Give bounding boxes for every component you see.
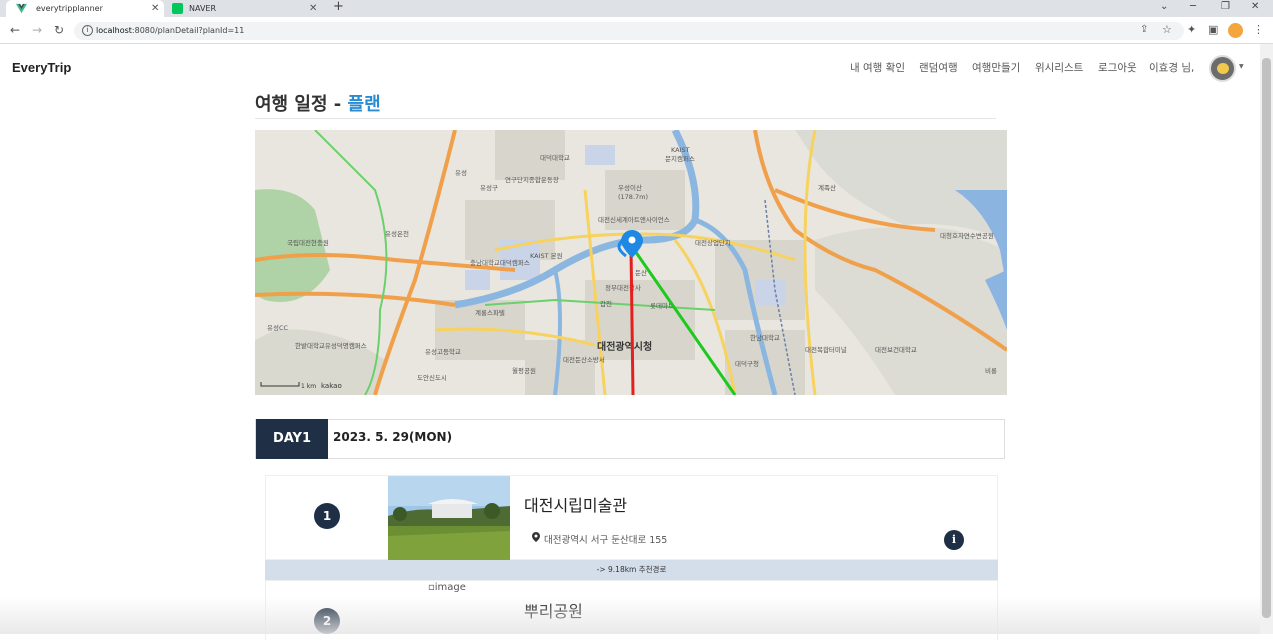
address-bar[interactable]: i localhost:8080/planDetail?planId=11 ⇪ … — [74, 22, 1184, 40]
place-address: 대전광역시 서구 둔산대로 155 — [544, 535, 668, 546]
forward-icon[interactable]: → — [32, 23, 42, 37]
map-canvas[interactable]: 대덕대학교 KAIST 문지캠퍼스 연구단지종합운동장 유성구 유성 우성이산 … — [255, 130, 1007, 395]
map-label: 대전신세계아트앤사이언스 — [598, 215, 670, 224]
info-icon[interactable]: i — [944, 530, 964, 550]
map-label: 정부대전청사 — [605, 283, 641, 292]
menu-kebab-icon[interactable]: ⋮ — [1253, 23, 1264, 36]
map-marker-icon — [532, 532, 540, 542]
nav-wishlist[interactable]: 위시리스트 — [1035, 60, 1083, 75]
back-icon[interactable]: ← — [10, 23, 20, 37]
caret-down-icon[interactable]: ▼ — [1239, 63, 1244, 70]
page-scrollbar[interactable] — [1260, 44, 1273, 634]
new-tab-icon[interactable]: + — [333, 0, 344, 14]
minimize-icon[interactable]: ─ — [1190, 0, 1196, 14]
map-label: 대청호자연수변공원 — [940, 231, 994, 240]
scrollbar-thumb[interactable] — [1262, 58, 1271, 618]
title-divider — [255, 118, 996, 119]
map-label: 갑천 — [600, 299, 612, 308]
chevron-down-icon[interactable]: ⌄ — [1160, 0, 1168, 14]
map-label: KAIST 본원 — [530, 251, 563, 260]
emoji-face-icon — [1217, 63, 1229, 74]
map-label: 비룡 — [985, 366, 997, 375]
user-avatar[interactable] — [1209, 55, 1236, 82]
close-icon[interactable]: ✕ — [151, 0, 159, 17]
place-card[interactable]: 2 뿌리공원 — [265, 580, 998, 640]
map-label: 대전보건대학교 — [875, 345, 917, 354]
nav-random-trip[interactable]: 랜덤여행 — [919, 60, 958, 75]
tab-naver[interactable]: NAVER ✕ — [166, 0, 324, 17]
place-name[interactable]: 대전시립미술관 — [524, 492, 627, 516]
map-label: 둔산 — [635, 268, 647, 277]
map-label: 대전상업단지 — [695, 238, 731, 247]
route-map[interactable]: 대덕대학교 KAIST 문지캠퍼스 연구단지종합운동장 유성구 유성 우성이산 … — [255, 130, 1007, 395]
map-label: (178.7m) — [618, 193, 648, 201]
map-label: 국립대전현충원 — [287, 238, 329, 247]
reload-icon[interactable]: ↻ — [54, 23, 64, 37]
map-label: 대전복합터미널 — [805, 345, 847, 354]
map-label: 충남대학교대덕캠퍼스 — [470, 258, 530, 267]
tab-everytripplanner[interactable]: everytripplanner ✕ — [6, 0, 164, 17]
place-number: 2 — [314, 608, 340, 634]
map-label: 계족산 — [818, 183, 836, 192]
map-label: 연구단지종합운동장 — [505, 175, 559, 184]
extensions-icon[interactable]: ✦ — [1187, 23, 1196, 36]
map-label: 대덕대학교 — [540, 153, 570, 162]
tab-title: everytripplanner — [36, 4, 103, 13]
broken-image-icon: ▫ — [428, 582, 435, 593]
user-greeting: 이효경 님, — [1149, 62, 1195, 74]
day-header: DAY1 2023. 5. 29(MON) — [255, 419, 1005, 459]
place-name[interactable]: 뿌리공원 — [524, 598, 583, 622]
place-card[interactable]: 1 대전시립미술관 대전광역시 서구 둔산대로 155 i — [265, 475, 998, 561]
map-label: 유성온천 — [385, 229, 409, 238]
route-info[interactable]: -> 9.18km 추천경로 — [265, 560, 998, 580]
map-label: 월평공원 — [512, 366, 536, 375]
map-label: 유성구 — [480, 183, 498, 192]
map-label: 한밭대학교유성덕명캠퍼스 — [295, 341, 367, 350]
close-icon[interactable]: ✕ — [309, 0, 317, 17]
tab-title: NAVER — [189, 4, 217, 13]
restore-icon[interactable]: ❐ — [1221, 0, 1230, 14]
share-icon[interactable]: ⇪ — [1140, 24, 1148, 35]
naver-logo-icon — [172, 3, 183, 14]
map-label: 한남대학교 — [750, 333, 780, 342]
bookmark-star-icon[interactable]: ☆ — [1162, 23, 1172, 36]
map-label: 대덕구청 — [735, 359, 759, 368]
nav-logout[interactable]: 로그아웃 — [1098, 60, 1137, 75]
browser-toolbar: ← → ↻ i localhost:8080/planDetail?planId… — [0, 17, 1273, 44]
map-label: 계룡스파텔 — [475, 308, 505, 317]
plan-name: 플랜 — [347, 94, 381, 115]
map-label: 문지캠퍼스 — [665, 154, 695, 163]
map-provider-logo: kakao — [321, 382, 342, 390]
route-line-red — [629, 247, 635, 395]
broken-image: ▫image — [428, 582, 466, 593]
url-text: localhost:8080/planDetail?planId=11 — [96, 26, 245, 35]
map-label: 우성이산 — [618, 183, 642, 192]
museum-photo — [388, 476, 510, 561]
place-number: 1 — [314, 503, 340, 529]
map-label: 도안신도시 — [417, 373, 447, 382]
map-label: 유성고등학교 — [425, 347, 461, 356]
profile-avatar-icon[interactable] — [1228, 23, 1243, 38]
site-info-icon[interactable]: i — [82, 25, 93, 36]
window-close-icon[interactable]: ✕ — [1251, 0, 1259, 14]
page-title: 여행 일정 - 플랜 — [255, 94, 381, 115]
side-panel-icon[interactable]: ▣ — [1208, 23, 1218, 36]
browser-tab-bar: everytripplanner ✕ NAVER ✕ + ⌄ ─ ❐ ✕ — [0, 0, 1273, 17]
map-label-city-hall: 대전광역시청 — [597, 340, 652, 353]
day-date: 2023. 5. 29(MON) — [333, 430, 453, 444]
nav-make-trip[interactable]: 여행만들기 — [972, 60, 1020, 75]
vue-logo-icon — [16, 3, 27, 14]
nav-my-trips[interactable]: 내 여행 확인 — [850, 60, 905, 75]
map-label: 대전둔산소방서 — [563, 355, 605, 364]
day-label: DAY1 — [256, 419, 328, 459]
map-label: 유성CC — [267, 323, 288, 332]
brand-logo[interactable]: EveryTrip — [12, 60, 71, 75]
map-label: 유성 — [455, 168, 467, 177]
svg-text:1 km: 1 km — [301, 383, 316, 390]
place-image[interactable] — [388, 476, 510, 561]
map-label: KAIST — [671, 146, 690, 154]
